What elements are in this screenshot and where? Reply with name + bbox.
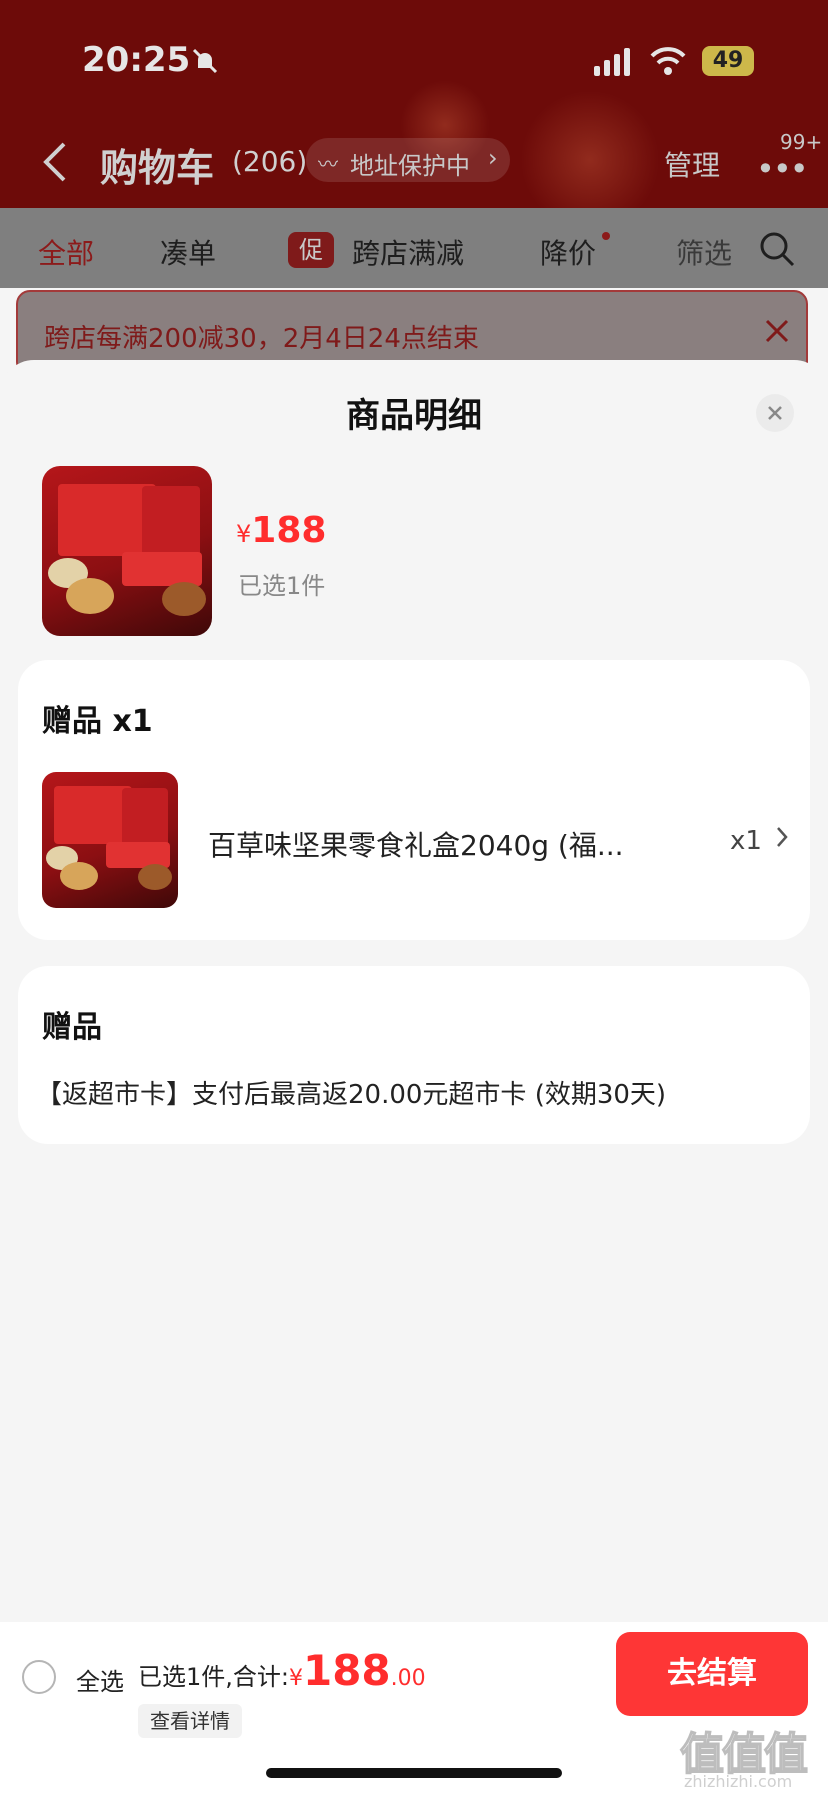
chevron-right-icon: › — [488, 144, 498, 172]
notice-close-icon[interactable] — [764, 318, 790, 348]
more-icon[interactable]: ••• — [756, 150, 809, 188]
filter-tabs: 全部 凑单 促 跨店满减 降价 筛选 — [0, 208, 828, 288]
product-price: ¥188 — [236, 510, 326, 551]
checkout-bar: 全选 已选1件,合计:¥188.00 查看详情 去结算 值值值 zhizhizh… — [0, 1622, 828, 1796]
handshake-icon: 〰 — [318, 152, 338, 176]
tab-bundle[interactable]: 凑单 — [160, 232, 216, 272]
product-image — [42, 466, 212, 636]
price-currency: ¥ — [236, 520, 252, 548]
select-all-checkbox[interactable] — [22, 1660, 56, 1694]
gift-note-text: 【返超市卡】支付后最高返20.00元超市卡 (效期30天) — [36, 1080, 667, 1110]
manage-button[interactable]: 管理 — [664, 144, 720, 184]
total-integer: 188 — [302, 1646, 391, 1695]
mute-icon — [190, 46, 220, 80]
search-icon[interactable] — [758, 230, 796, 272]
watermark-url: zhizhizhi.com — [684, 1772, 793, 1791]
wifi-icon — [650, 46, 686, 80]
gift-item-image — [42, 772, 178, 908]
price-drop-dot — [602, 232, 610, 240]
product-detail-sheet: 商品明细 ¥188 已选1件 赠品 x1 百草味坚果零食礼盒2040g (福..… — [0, 360, 828, 1796]
promo-notice-text: 跨店每满200减30，2月4日24点结束 — [44, 324, 479, 354]
total-currency: ¥ — [288, 1666, 303, 1691]
cart-count: (206) — [232, 145, 308, 178]
tab-all[interactable]: 全部 — [38, 232, 94, 272]
gift-item-row[interactable]: 百草味坚果零食礼盒2040g (福... x1 — [18, 760, 810, 910]
gift-item-quantity: x1 — [730, 826, 762, 856]
home-indicator — [266, 1768, 562, 1778]
cart-header-background: 20:25 49 购物车 (206) 〰 地址保护中 › 管理 ••• 99+ — [0, 0, 828, 208]
message-count-badge: 99+ — [780, 130, 823, 154]
checkout-button[interactable]: 去结算 — [616, 1632, 808, 1716]
tab-price-drop[interactable]: 降价 — [540, 232, 596, 272]
select-all-label[interactable]: 全选 — [76, 1662, 124, 1697]
battery-level: 49 — [712, 48, 744, 73]
close-icon — [768, 406, 782, 420]
tab-cross-store-discount[interactable]: 跨店满减 — [352, 232, 464, 272]
gift-card-title: 赠品 x1 — [42, 704, 153, 739]
price-value: 188 — [251, 510, 327, 551]
battery-icon: 49 — [702, 46, 754, 76]
selected-summary: 已选1件,合计: — [138, 1663, 289, 1691]
selected-count: 已选1件 — [238, 572, 326, 600]
gift-card: 赠品 x1 百草味坚果零食礼盒2040g (福... x1 — [18, 660, 810, 940]
gift-note-card: 赠品 【返超市卡】支付后最高返20.00元超市卡 (效期30天) — [18, 966, 810, 1144]
gift-item-name: 百草味坚果零食礼盒2040g (福... — [208, 829, 624, 862]
address-protection-badge[interactable]: 〰 地址保护中 › — [306, 138, 510, 182]
status-time: 20:25 — [82, 40, 191, 80]
promo-tag: 促 — [288, 232, 334, 268]
tab-filter[interactable]: 筛选 — [676, 232, 732, 272]
total-summary: 已选1件,合计:¥188.00 — [138, 1646, 426, 1695]
promo-tag-label: 促 — [299, 236, 323, 264]
sheet-title: 商品明细 — [346, 396, 482, 436]
address-badge-label: 地址保护中 — [350, 152, 470, 180]
page-title: 购物车 — [100, 146, 215, 190]
chevron-right-icon — [774, 822, 792, 856]
view-details-button[interactable]: 查看详情 — [138, 1704, 242, 1738]
gift-note-title: 赠品 — [42, 1010, 102, 1045]
sheet-close-button[interactable] — [756, 394, 794, 432]
signal-icon — [594, 48, 634, 80]
back-icon[interactable] — [40, 140, 70, 188]
total-decimal: .00 — [390, 1666, 426, 1691]
